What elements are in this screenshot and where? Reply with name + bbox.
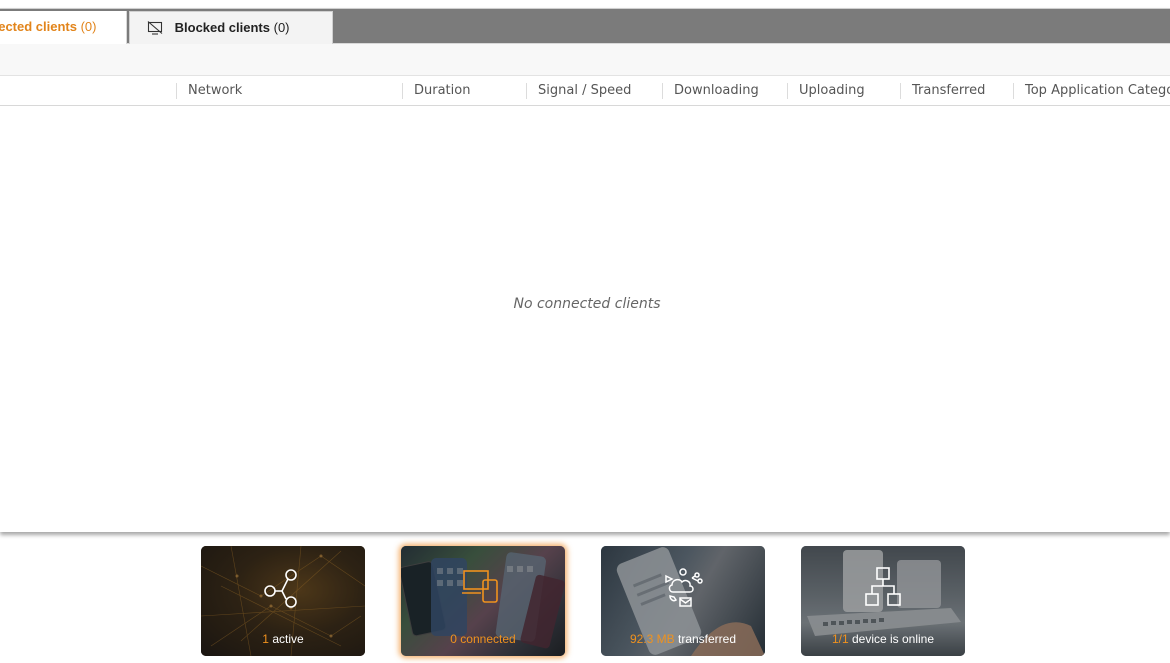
blocked-device-icon: [147, 21, 163, 35]
clients-card[interactable]: 0 connected: [401, 546, 565, 656]
empty-table-message: No connected clients: [513, 296, 661, 312]
devices-online-text: device is online: [851, 632, 935, 646]
clients-connected-count: 0 connected: [450, 632, 516, 646]
network-topology-icon: [865, 567, 901, 606]
clients-panel: Connected clients (0) Blocked clients (0…: [0, 8, 1170, 532]
apps-card[interactable]: 92.3 MB transferred: [601, 546, 765, 656]
filter-bar: [0, 44, 1170, 76]
column-transferred[interactable]: Transferred: [900, 83, 985, 99]
apps-transferred-text: transferred: [678, 632, 737, 646]
networks-active-count: 1: [262, 632, 269, 646]
column-top-application-category[interactable]: Top Application Category: [1013, 83, 1170, 99]
tab-connected-label: Connected clients: [0, 19, 77, 34]
clients-card-caption: 0 connected: [401, 632, 565, 646]
apps-cloud-icon: [665, 568, 703, 607]
devices-icon: [462, 570, 498, 603]
column-signal-speed[interactable]: Signal / Speed: [526, 83, 631, 99]
table-header: Network Duration Signal / Speed Download…: [0, 76, 1170, 106]
apps-transferred-amount: 92.3 MB: [629, 632, 675, 646]
tab-connected-count: (0): [80, 19, 97, 34]
tab-blocked-clients[interactable]: Blocked clients (0): [129, 11, 333, 44]
devices-card[interactable]: 1/1 device is online: [801, 546, 965, 656]
networks-card-caption: 1 active: [201, 632, 365, 646]
devices-card-caption: 1/1 device is online: [801, 632, 965, 646]
column-downloading[interactable]: Downloading: [662, 83, 759, 99]
network-share-icon: [264, 569, 297, 608]
devices-online-count: 1/1: [831, 632, 849, 646]
apps-card-caption: 92.3 MB transferred: [601, 632, 765, 646]
column-duration[interactable]: Duration: [402, 83, 470, 99]
tab-blocked-count: (0): [273, 20, 290, 35]
tab-bar: Connected clients (0) Blocked clients (0…: [0, 9, 1170, 44]
column-network[interactable]: Network: [176, 83, 242, 99]
column-uploading[interactable]: Uploading: [787, 83, 865, 99]
tab-blocked-label: Blocked clients: [174, 20, 270, 35]
tab-connected-clients[interactable]: Connected clients (0): [0, 11, 127, 44]
networks-card[interactable]: 1 active: [201, 546, 365, 656]
networks-active-text: active: [272, 632, 304, 646]
